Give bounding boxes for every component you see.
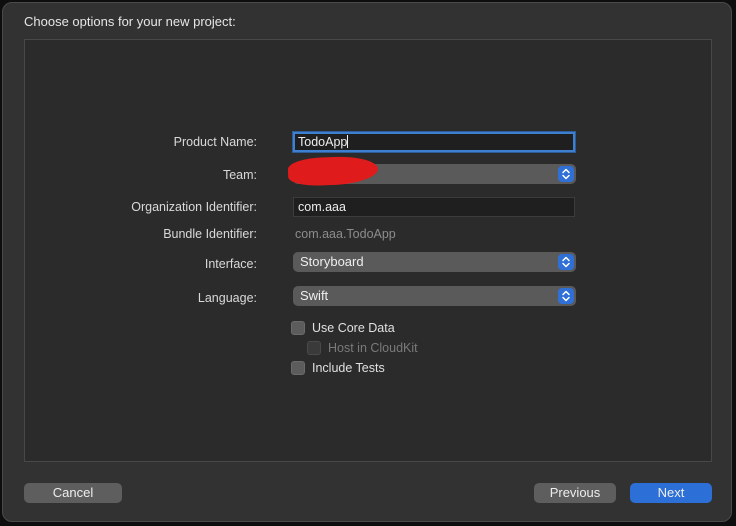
- language-label: Language:: [197, 291, 257, 305]
- new-project-dialog: Choose options for your new project: Pro…: [2, 2, 732, 522]
- text-caret: [347, 135, 349, 148]
- bundle-identifier-label: Bundle Identifier:: [163, 227, 257, 241]
- organization-identifier-field[interactable]: com.aaa: [293, 197, 575, 217]
- use-core-data-label: Use Core Data: [312, 321, 395, 335]
- include-tests-label: Include Tests: [312, 361, 385, 375]
- include-tests-option[interactable]: Include Tests: [291, 360, 385, 376]
- interface-label: Interface:: [204, 257, 257, 271]
- previous-button[interactable]: Previous: [534, 483, 616, 503]
- product-name-field[interactable]: TodoApp: [293, 132, 575, 152]
- options-panel: Product Name: TodoApp Team: Organization…: [24, 39, 712, 462]
- next-button[interactable]: Next: [630, 483, 712, 503]
- dialog-title: Choose options for your new project:: [24, 14, 236, 29]
- interface-popup[interactable]: Storyboard: [293, 252, 576, 272]
- use-core-data-option[interactable]: Use Core Data: [291, 320, 395, 336]
- host-in-cloudkit-label: Host in CloudKit: [328, 341, 418, 355]
- chevron-up-down-icon: [558, 166, 574, 182]
- product-name-value: TodoApp: [298, 135, 348, 149]
- host-in-cloudkit-option: Host in CloudKit: [307, 340, 418, 356]
- use-core-data-checkbox[interactable]: [291, 321, 305, 335]
- language-popup[interactable]: Swift: [293, 286, 576, 306]
- host-in-cloudkit-checkbox: [307, 341, 321, 355]
- chevron-up-down-icon: [558, 254, 574, 270]
- bundle-identifier-value: com.aaa.TodoApp: [295, 227, 396, 241]
- product-name-label: Product Name:: [173, 135, 257, 149]
- cancel-button[interactable]: Cancel: [24, 483, 122, 503]
- include-tests-checkbox[interactable]: [291, 361, 305, 375]
- organization-identifier-label: Organization Identifier:: [131, 200, 257, 214]
- language-value: Swift: [300, 288, 329, 303]
- interface-value: Storyboard: [300, 254, 364, 269]
- team-label: Team:: [222, 168, 257, 182]
- chevron-up-down-icon: [558, 288, 574, 304]
